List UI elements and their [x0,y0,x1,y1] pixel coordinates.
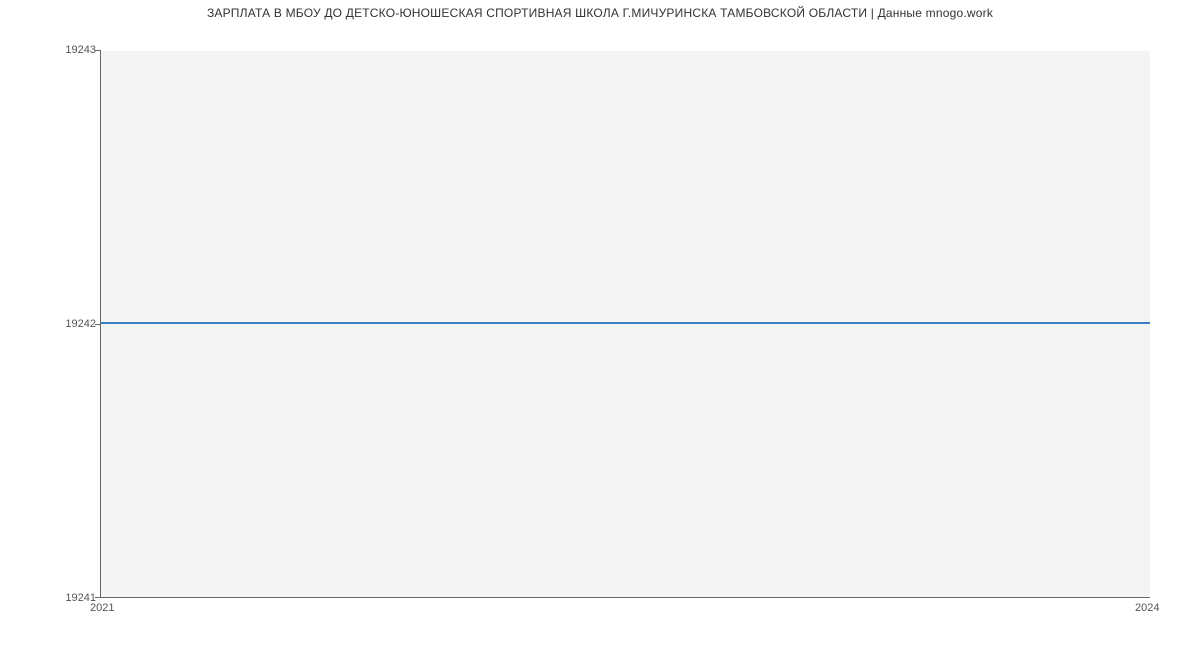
y-tick-label: 19242 [36,318,96,330]
chart-title: ЗАРПЛАТА В МБОУ ДО ДЕТСКО-ЮНОШЕСКАЯ СПОР… [0,6,1200,20]
x-tick-label: 2021 [90,602,114,614]
y-tick-label: 19243 [36,44,96,56]
data-series-line [101,322,1150,324]
chart-container: ЗАРПЛАТА В МБОУ ДО ДЕТСКО-ЮНОШЕСКАЯ СПОР… [0,0,1200,650]
gridline [101,50,1150,51]
y-tick-label: 19241 [36,592,96,604]
x-tick-label: 2024 [1135,602,1159,614]
plot-area [100,50,1150,598]
